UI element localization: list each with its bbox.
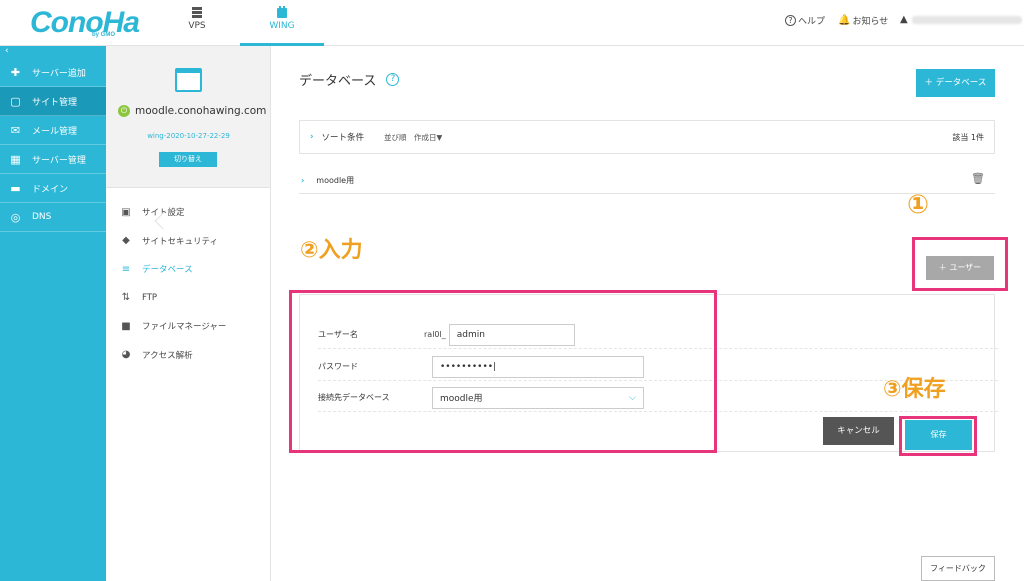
- main-content: データベース? ＋ データベース › ソート条件 並び順 作成日▼ 該当 1件 …: [271, 46, 1024, 581]
- annotation-step-3: ③保存: [883, 377, 946, 402]
- menu-file-manager[interactable]: ■ ファイルマネージャー: [106, 312, 271, 341]
- pie-chart-icon: ◕: [121, 349, 131, 361]
- sidebar-item-site-management[interactable]: ▢ サイト管理: [0, 87, 106, 116]
- page-title: データベース?: [299, 70, 400, 89]
- trash-icon[interactable]: 🗑: [971, 172, 985, 185]
- sidebar-item-server-management[interactable]: ▦ サーバー管理: [0, 145, 106, 174]
- highlight-box-add-user: [912, 237, 1008, 291]
- site-card: ⏻ moodle.conohawing.com wing-2020-10-27-2…: [106, 46, 270, 188]
- plus-icon: ✚: [10, 65, 21, 79]
- power-icon: ⏻: [118, 105, 130, 117]
- user-icon: ▲: [900, 14, 908, 25]
- server-icon: ▦: [10, 152, 21, 166]
- transfer-arrows-icon: ⇅: [121, 292, 131, 304]
- browser-window-icon: [174, 68, 202, 92]
- bell-icon: 🔔: [838, 15, 851, 26]
- question-icon: ?: [785, 15, 796, 26]
- switch-button[interactable]: 切り替え: [159, 152, 217, 167]
- sidebar-item-add-server[interactable]: ✚ サーバー追加: [0, 58, 106, 87]
- wing-id: wing-2020-10-27-22-29: [147, 132, 230, 140]
- menu-site-security[interactable]: ◆ サイトセキュリティ: [106, 227, 271, 256]
- tab-vps[interactable]: VPS: [155, 0, 239, 46]
- menu-ftp[interactable]: ⇅ FTP: [106, 284, 271, 313]
- notice-link[interactable]: 🔔 お知らせ: [838, 14, 888, 27]
- folder-icon: ■: [121, 320, 131, 332]
- site-menu: ▣サイト設定 ◆サイトセキュリティ ≡データベース ⇅FTP ■ファイルマネージ…: [106, 198, 271, 369]
- sidebar: ‹ ✚ サーバー追加 ▢ サイト管理 ✉ メール管理 ▦ サーバー管理 ▬ ドメイン ◎ D…: [0, 46, 106, 581]
- highlight-box-save: [899, 416, 977, 456]
- result-count: 該当 1件: [952, 132, 984, 142]
- menu-access-analytics[interactable]: ◕ アクセス解析: [106, 341, 271, 370]
- sidebar-item-domain[interactable]: ▬ ドメイン: [0, 174, 106, 203]
- top-bar: ConoHa by GMO VPS WING ? ヘルプ 🔔 お知らせ ▲: [0, 0, 1024, 46]
- annotation-step-2: ②入力: [300, 238, 363, 263]
- chevron-right-icon: ›: [310, 132, 314, 142]
- add-database-button[interactable]: ＋ データベース: [916, 69, 995, 97]
- sidebar-item-dns[interactable]: ◎ DNS: [0, 203, 106, 232]
- account-name-blurred: [911, 15, 1022, 24]
- window-icon: ▢: [10, 94, 21, 108]
- site-domain: ⏻ moodle.conohawing.com: [118, 105, 266, 117]
- help-icon[interactable]: ?: [386, 73, 400, 86]
- globe-icon: ◎: [10, 210, 21, 224]
- tab-wing[interactable]: WING: [240, 0, 324, 46]
- feedback-button[interactable]: フィードバック: [921, 556, 995, 581]
- conoha-logo[interactable]: ConoHa by GMO: [30, 6, 140, 40]
- site-panel: ⏻ moodle.conohawing.com wing-2020-10-27-2…: [106, 46, 271, 581]
- sort-bar[interactable]: › ソート条件 並び順 作成日▼ 該当 1件: [299, 120, 995, 154]
- collapse-icon[interactable]: ‹: [0, 46, 106, 58]
- shield-icon: ◆: [122, 235, 130, 247]
- database-icon: ≡: [121, 263, 131, 275]
- sort-order[interactable]: 並び順 作成日▼: [384, 132, 442, 143]
- database-row[interactable]: › moodle用 🗑: [299, 168, 995, 194]
- annotation-step-1: ①: [907, 190, 930, 220]
- server-stack-icon: [192, 7, 202, 18]
- wing-icon: [277, 6, 287, 18]
- account-menu[interactable]: ▲: [900, 14, 1022, 25]
- chevron-right-icon: ›: [301, 176, 305, 185]
- mail-icon: ✉: [10, 123, 21, 137]
- settings-icon: ▣: [121, 206, 131, 218]
- menu-site-settings[interactable]: ▣サイト設定: [106, 198, 271, 227]
- help-link[interactable]: ? ヘルプ: [785, 14, 825, 27]
- domain-icon: ▬: [10, 181, 21, 195]
- cancel-button[interactable]: キャンセル: [823, 417, 894, 445]
- highlight-box-form: [289, 290, 717, 453]
- sidebar-item-mail-management[interactable]: ✉ メール管理: [0, 116, 106, 145]
- menu-database[interactable]: ≡ データベース: [106, 255, 271, 284]
